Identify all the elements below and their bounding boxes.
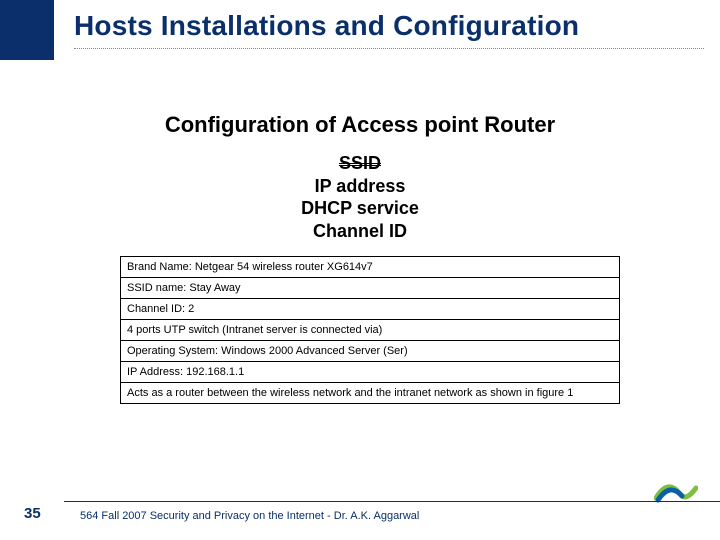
info-table: Brand Name: Netgear 54 wireless router X… [120, 256, 620, 404]
table-row: Operating System: Windows 2000 Advanced … [121, 340, 619, 361]
config-ip: IP address [0, 175, 720, 198]
table-row: Channel ID: 2 [121, 298, 619, 319]
table-row: SSID name: Stay Away [121, 277, 619, 298]
title-area: Hosts Installations and Configuration [74, 10, 704, 49]
page-number: 35 [24, 505, 41, 522]
footer-text: 564 Fall 2007 Security and Privacy on th… [80, 510, 419, 522]
table-row: Brand Name: Netgear 54 wireless router X… [121, 257, 619, 277]
table-row: 4 ports UTP switch (Intranet server is c… [121, 319, 619, 340]
footer: 35 564 Fall 2007 Security and Privacy on… [0, 502, 720, 524]
table-row: Acts as a router between the wireless ne… [121, 382, 619, 403]
slide: Hosts Installations and Configuration Co… [0, 0, 720, 540]
subtitle: Configuration of Access point Router [0, 112, 720, 138]
config-dhcp: DHCP service [0, 197, 720, 220]
header-accent-block [0, 0, 54, 60]
config-ssid: SSID [339, 153, 381, 173]
config-channel: Channel ID [0, 220, 720, 243]
page-title: Hosts Installations and Configuration [74, 10, 704, 42]
config-list: SSID IP address DHCP service Channel ID [0, 152, 720, 242]
title-underline [74, 48, 704, 49]
table-row: IP Address: 192.168.1.1 [121, 361, 619, 382]
footer-divider [64, 501, 720, 502]
